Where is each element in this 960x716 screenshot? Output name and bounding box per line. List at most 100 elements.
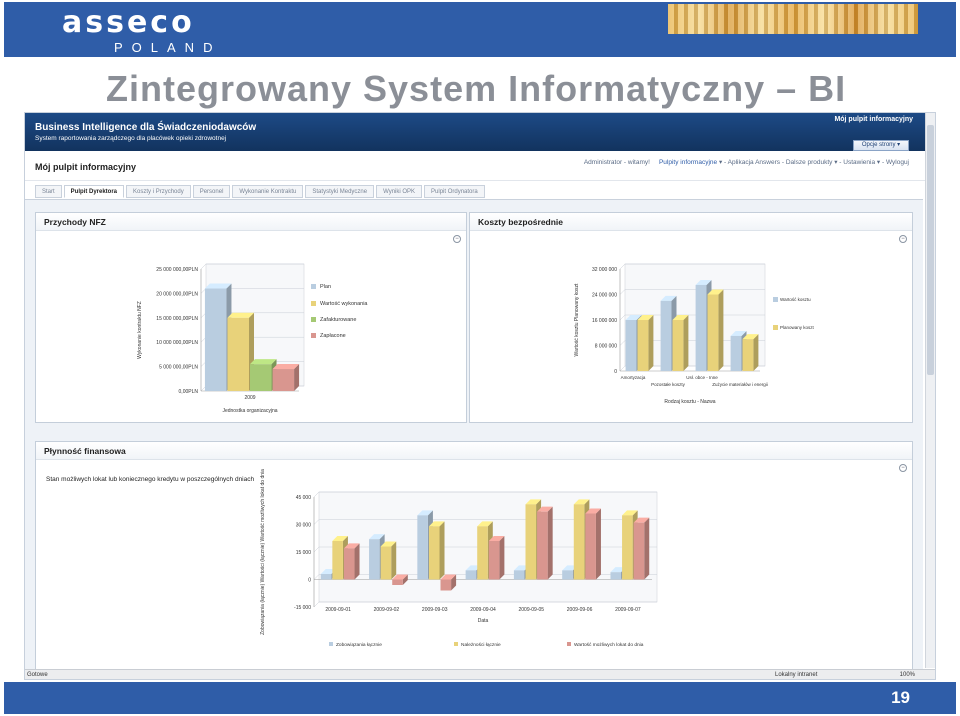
page-options-button[interactable]: Opcje strony ▾ <box>853 140 909 151</box>
x-axis-label: Jednostka organizacyjna <box>222 408 277 414</box>
y-tick-label: 20 000 000,00PLN <box>156 291 198 297</box>
panel-koszty-bezposrednie: 0 8 000 000 16 000 000 24 000 000 32 000 000… <box>469 212 913 423</box>
security-zone: Lokalny intranet <box>775 672 818 678</box>
slide-header-band: asseco POLAND <box>4 2 956 57</box>
bar <box>660 300 672 371</box>
x-tick-label: Amortyzacja <box>621 375 646 380</box>
vertical-scrollbar[interactable] <box>925 113 935 668</box>
bar-side <box>683 315 689 371</box>
bar <box>513 570 525 580</box>
app-header: Business Intelligence dla Świadczeniodaw… <box>25 113 935 151</box>
x-axis-label: Data <box>478 618 489 624</box>
y-tick-label: -15 000 <box>294 605 311 611</box>
bar <box>343 548 355 580</box>
nav-answers[interactable]: Aplikacja Answers <box>728 159 780 166</box>
tab-statystyki-medyczne[interactable]: Statystyki Medyczne <box>305 185 375 198</box>
bar-side <box>595 508 601 580</box>
bar <box>562 570 573 580</box>
bar <box>622 515 633 580</box>
dashboard-title: Mój pulpit informacyjny <box>35 162 137 172</box>
grid-diag <box>200 263 207 270</box>
nav-dashboards[interactable]: Pulpity informacyjne <box>659 159 717 166</box>
panel-title: Płynność finansowa <box>36 442 912 460</box>
bar <box>573 504 585 580</box>
tab-pulpit-ordynatora[interactable]: Pulpit Ordynatora <box>424 185 485 198</box>
nav-more-products[interactable]: Dalsze produkty <box>786 159 833 166</box>
x-tick-label: 2009-09-07 <box>615 607 641 613</box>
bar <box>272 369 295 391</box>
grid-diag <box>619 263 626 270</box>
zoom-level[interactable]: 100% <box>900 672 915 678</box>
y-tick-label: 15 000 000,00PLN <box>156 316 198 322</box>
legend-swatch <box>454 642 458 646</box>
tab-wyniki-opk[interactable]: Wyniki OPK <box>376 185 423 198</box>
bar <box>227 317 249 391</box>
chart-przychody-nfz: 0,00PLN 5 000 000,00PLN 10 000 000,00PLN 15… <box>137 263 368 414</box>
tab-personel[interactable]: Personel <box>192 185 231 198</box>
collapse-icon[interactable]: − <box>899 464 907 472</box>
legend-label: Zapłacone <box>320 333 346 339</box>
bar <box>465 570 477 580</box>
y-tick-label: 24 000 000 <box>592 293 617 299</box>
chart-koszty-bezposrednie: 0 8 000 000 16 000 000 24 000 000 32 000 000… <box>574 263 815 405</box>
dashboard-content: 0,00PLN 5 000 000,00PLN 10 000 000,00PLN 15… <box>25 199 923 679</box>
legend-swatch <box>311 317 316 322</box>
bar <box>440 579 452 591</box>
grid-diag <box>313 574 320 580</box>
collapse-icon[interactable]: − <box>899 235 907 243</box>
bar <box>637 320 649 371</box>
y-tick-label: 25 000 000,00PLN <box>156 267 198 273</box>
y-tick-label: 45 000 <box>296 495 312 501</box>
legend-label: Zobowiązania łącznie <box>336 642 382 648</box>
x-tick-label: 2009-09-06 <box>567 607 593 613</box>
tab-koszty-przychody[interactable]: Koszty i Przychody <box>126 185 191 198</box>
dashboard-tabs: Start Pulpit Dyrektora Koszty i Przychod… <box>35 185 485 198</box>
bar <box>369 539 380 580</box>
nav-settings[interactable]: Ustawienia <box>843 159 875 166</box>
x-tick-label: 2009-09-03 <box>422 607 448 613</box>
y-tick-label: 30 000 <box>296 523 312 529</box>
grid-diag <box>619 314 626 321</box>
y-tick-label: 32 000 000 <box>592 267 617 273</box>
y-tick-label: 8 000 000 <box>595 344 617 350</box>
scrollbar-thumb[interactable] <box>927 125 934 375</box>
collapse-icon[interactable]: − <box>453 235 461 243</box>
bar-side <box>547 506 553 580</box>
nav-logout[interactable]: Wyloguj <box>886 159 909 166</box>
tab-start[interactable]: Start <box>35 185 62 198</box>
bar <box>625 320 637 371</box>
legend-label: Wartość kosztu <box>780 297 811 302</box>
app-subtitle: System raportowania zarządczego dla plac… <box>35 135 227 142</box>
logo-brand-text: asseco <box>62 5 195 40</box>
panel-title: Przychody NFZ <box>36 213 466 231</box>
page-number: 19 <box>891 688 910 707</box>
page-options-label: Opcje strony <box>861 142 896 148</box>
legend-swatch <box>311 284 316 289</box>
bar <box>380 546 392 580</box>
header-dashboard-link[interactable]: Mój pulpit informacyjny <box>834 116 913 123</box>
y-tick-label: 10 000 000,00PLN <box>156 340 198 346</box>
legend-label: Wartość możliwych lokat do dnia <box>574 642 644 648</box>
legend-swatch <box>311 301 316 306</box>
tab-wykonanie-kontraktu[interactable]: Wykonanie Kontraktu <box>232 185 304 198</box>
asseco-logo: asseco POLAND <box>62 5 221 56</box>
y-tick-label: 16 000 000 <box>592 318 617 324</box>
columns-photo <box>668 4 918 34</box>
bar-side <box>648 315 654 371</box>
bar-side <box>391 541 397 580</box>
y-tick-label: 0,00PLN <box>179 389 199 395</box>
x-axis-label: Rodzaj kosztu - Nazwa <box>664 399 715 405</box>
grid-diag <box>313 491 320 498</box>
global-nav: Administrator - witamy! Pulpity informac… <box>583 159 909 166</box>
y-axis-label: Wartość kosztu Planowany koszt <box>574 283 580 357</box>
x-tick-label: Pozostałe koszty <box>651 382 686 387</box>
tab-pulpit-dyrektora[interactable]: Pulpit Dyrektora <box>63 185 125 198</box>
y-tick-label: 0 <box>614 369 617 375</box>
legend-label: Należności łącznie <box>461 642 501 648</box>
legend-swatch <box>329 642 333 646</box>
panel-plynnosc-finansowa: -15 000 0 15 000 30 000 45 000 Zobowiązania (… <box>35 441 913 679</box>
browser-status-bar: Gotowe Lokalny intranet 100% <box>25 669 935 679</box>
status-text: Gotowe <box>27 672 48 678</box>
bar <box>392 579 403 585</box>
grid-diag <box>313 601 320 608</box>
